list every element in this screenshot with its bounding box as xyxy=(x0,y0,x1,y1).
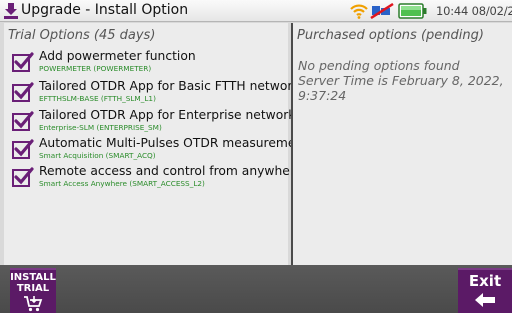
pending-status: No pending options found Server Time is … xyxy=(298,58,510,103)
option-label: Automatic Multi-Pulses OTDR measurement xyxy=(39,136,309,150)
back-arrow-icon xyxy=(475,293,495,307)
option-label: Tailored OTDR App for Enterprise network… xyxy=(39,108,302,122)
option-code: Smart Acquisition (SMART_ACQ) xyxy=(39,151,156,160)
page-title: Upgrade - Install Option xyxy=(21,2,189,18)
ethernet-icon xyxy=(370,3,394,19)
option-label: Add powermeter function xyxy=(39,49,196,63)
pending-line: No pending options found xyxy=(298,58,460,73)
bottom-toolbar xyxy=(0,265,512,313)
option-code: Smart Access Anywhere (SMART_ACCESS_L2) xyxy=(39,179,205,188)
server-time-line: Server Time is February 8, 2022, xyxy=(298,73,504,88)
purchased-options-title: Purchased options (pending) xyxy=(297,28,484,43)
option-label: Remote access and control from anywhere xyxy=(39,164,303,178)
install-trial-label: INSTALL TRIAL xyxy=(10,272,56,294)
checkbox-checked-icon[interactable] xyxy=(12,111,34,131)
wifi-icon xyxy=(350,4,368,19)
option-code: POWERMETER (POWERMETER) xyxy=(39,64,152,73)
battery-icon xyxy=(398,3,427,19)
checkbox-checked-icon[interactable] xyxy=(12,52,34,72)
exit-button[interactable]: Exit xyxy=(458,268,512,313)
trial-options-panel: Trial Options (45 days) Add powermeter f… xyxy=(4,23,308,265)
trial-options-title: Trial Options (45 days) xyxy=(8,28,156,43)
title-bar: Upgrade - Install Option 10:44 08/02/202… xyxy=(0,0,512,22)
checkbox-checked-icon[interactable] xyxy=(12,82,34,102)
checkbox-checked-icon[interactable] xyxy=(12,167,34,187)
clock: 10:44 08/02/2022 xyxy=(436,4,512,18)
cart-icon xyxy=(24,296,43,312)
checkbox-checked-icon[interactable] xyxy=(12,139,34,159)
option-code: Enterprise-SLM (ENTERPRISE_SM) xyxy=(39,123,162,132)
exit-label: Exit xyxy=(468,272,502,290)
server-time-value: 9:37:24 xyxy=(298,88,347,103)
option-label: Tailored OTDR App for Basic FTTH network… xyxy=(39,79,306,93)
purchased-options-panel: Purchased options (pending) No pending o… xyxy=(291,23,512,265)
install-trial-button[interactable]: INSTALL TRIAL xyxy=(10,268,56,313)
option-code: EFTTHSLM-BASE (FTTH_SLM_L1) xyxy=(39,94,156,103)
download-icon xyxy=(4,3,18,19)
